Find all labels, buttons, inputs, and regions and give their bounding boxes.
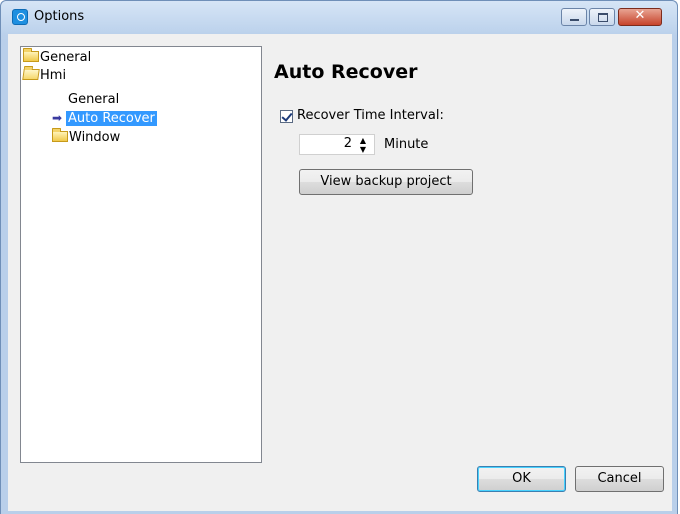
decrement-icon[interactable]: ▼ <box>357 145 369 154</box>
options-tree[interactable]: General Hmi General ➡ Auto Recover Window <box>20 46 262 463</box>
maximize-button[interactable] <box>589 8 615 26</box>
page-title: Auto Recover <box>274 61 418 83</box>
increment-icon[interactable]: ▲ <box>357 136 369 145</box>
tree-item-label: Auto Recover <box>66 111 157 126</box>
interval-stepper[interactable]: 2 ▲ ▼ <box>299 134 375 155</box>
tree-item-label: General <box>40 50 92 65</box>
close-icon: ✕ <box>634 8 646 23</box>
folder-closed-icon <box>23 48 39 62</box>
minimize-button[interactable] <box>561 8 587 26</box>
recover-interval-label[interactable]: Recover Time Interval: <box>297 108 444 123</box>
app-icon <box>12 9 28 25</box>
options-window: Options ✕ General Hmi General ➡ Auto Reco… <box>0 0 678 514</box>
view-backup-button[interactable]: View backup project <box>299 169 473 195</box>
tree-item-label: General <box>68 92 120 107</box>
window-title: Options <box>34 9 85 24</box>
dialog-body: General Hmi General ➡ Auto Recover Window… <box>8 34 672 511</box>
interval-unit-label: Minute <box>384 137 429 152</box>
tree-item-hmi-general[interactable]: General <box>68 91 119 109</box>
tree-item-general[interactable]: General <box>23 48 92 67</box>
folder-open-icon <box>22 69 40 80</box>
tree-item-window[interactable]: Window <box>52 128 121 147</box>
arrow-right-icon: ➡ <box>52 111 63 125</box>
title-bar[interactable]: Options ✕ <box>1 1 677 33</box>
tree-item-auto-recover[interactable]: ➡ Auto Recover <box>52 109 157 127</box>
tree-item-label: Hmi <box>40 68 67 83</box>
cancel-button[interactable]: Cancel <box>575 466 664 492</box>
interval-value: 2 <box>343 136 352 151</box>
folder-closed-icon <box>52 128 68 142</box>
tree-item-hmi[interactable]: Hmi <box>22 67 67 85</box>
close-button[interactable]: ✕ <box>618 8 662 26</box>
ok-button[interactable]: OK <box>477 466 566 492</box>
tree-item-label: Window <box>69 130 121 145</box>
recover-interval-checkbox[interactable] <box>280 110 293 123</box>
